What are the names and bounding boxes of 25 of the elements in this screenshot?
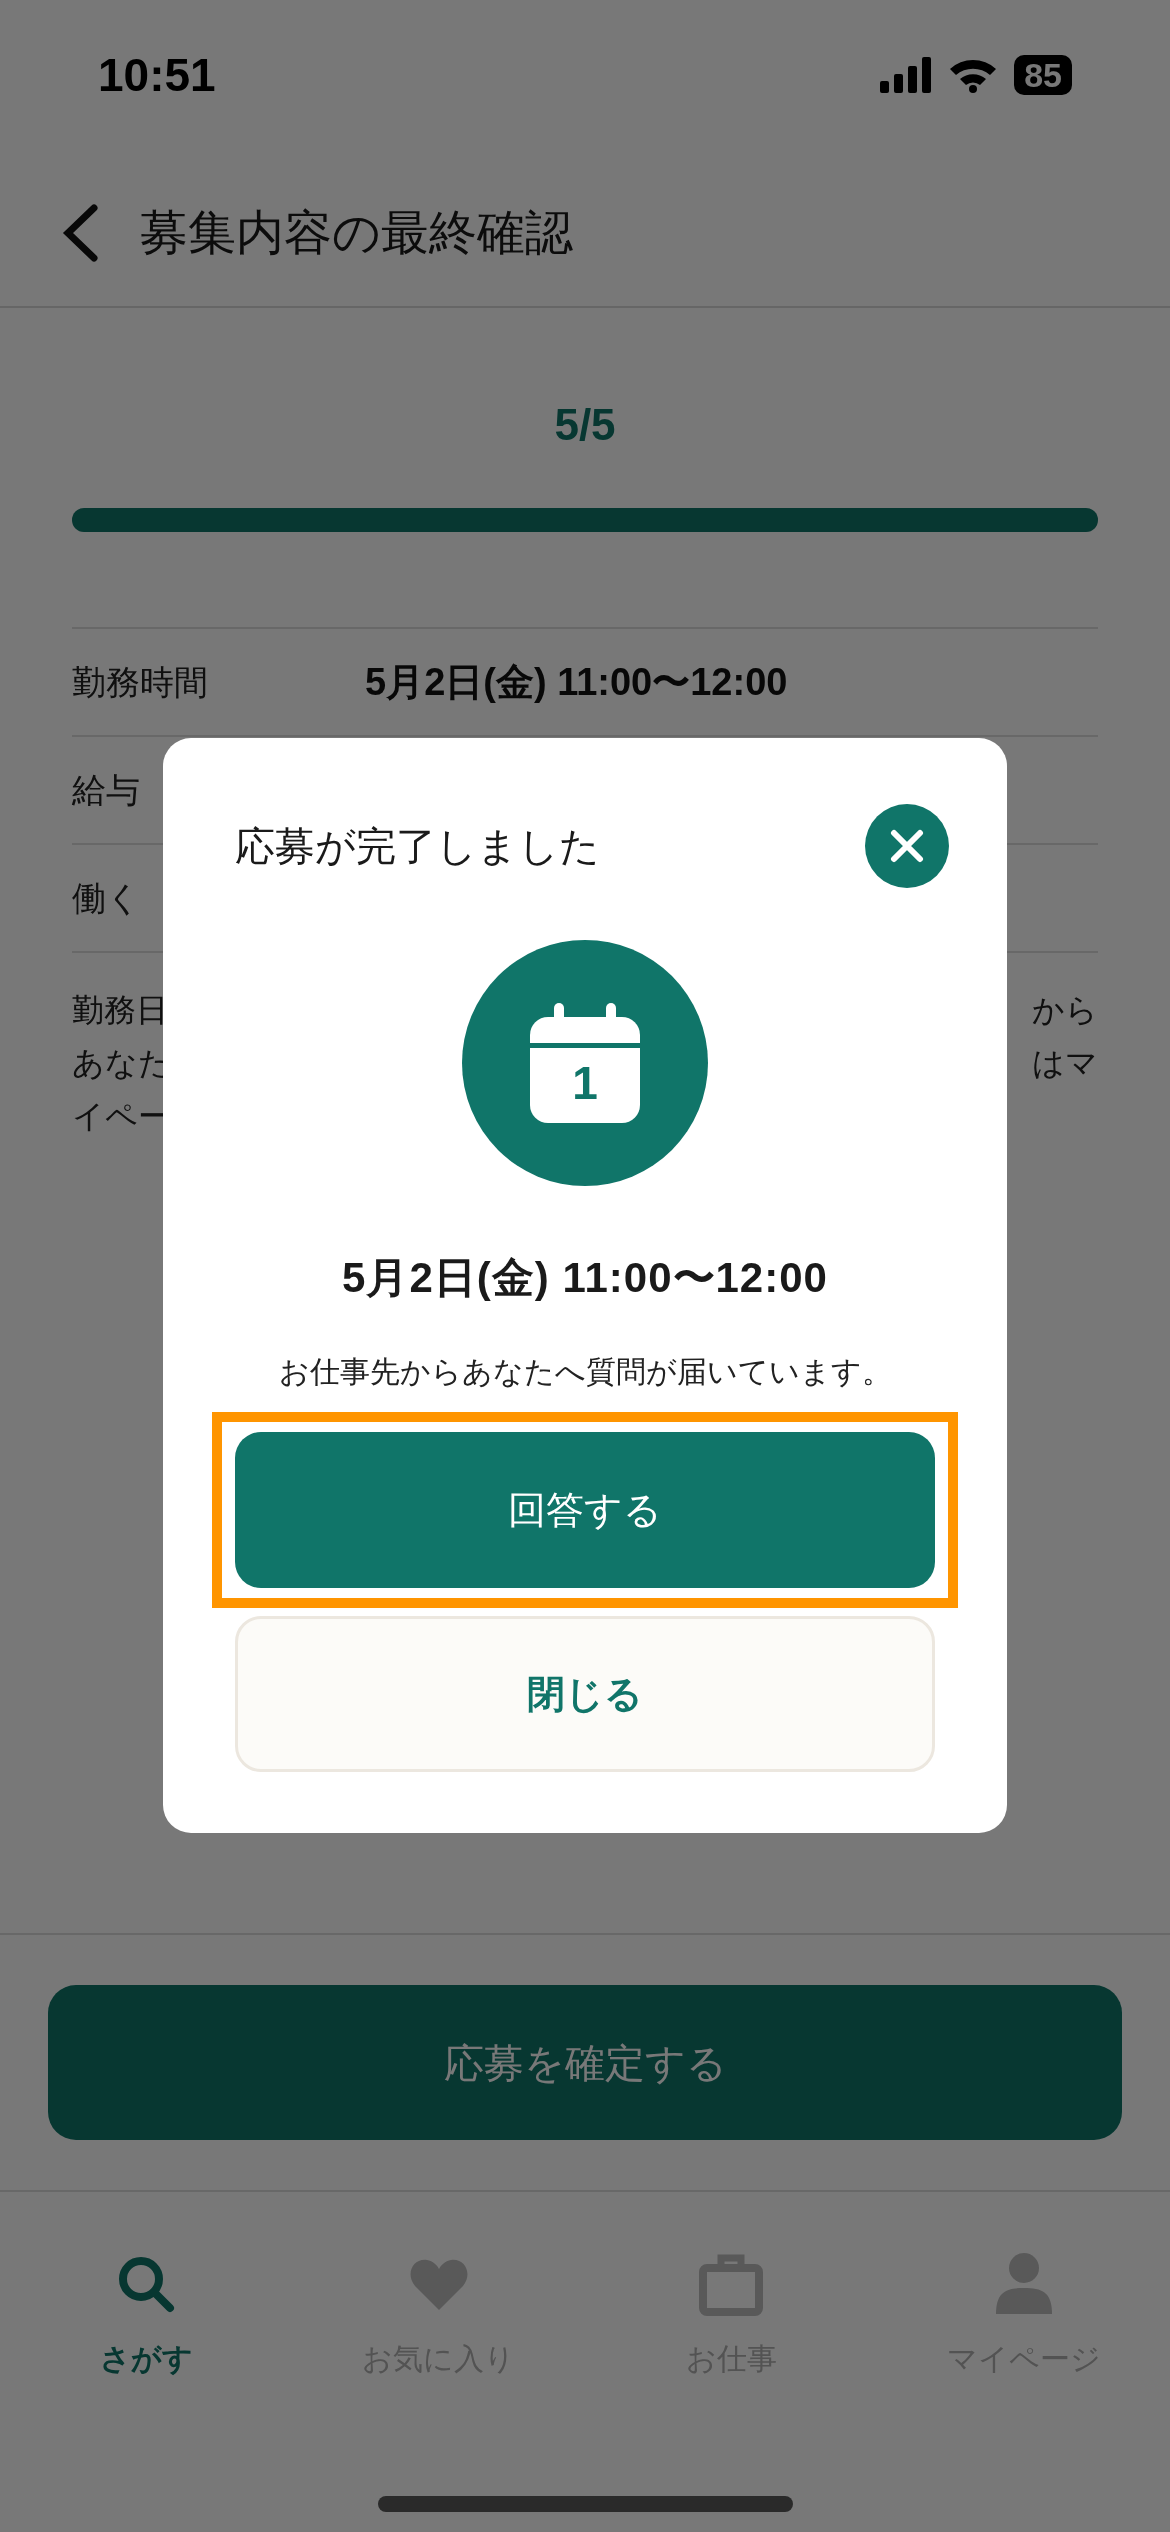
close-dialog-button[interactable]: 閉じる — [235, 1616, 935, 1772]
dialog-message: お仕事先からあなたへ質問が届いています。 — [277, 1354, 893, 1390]
dialog-date: 5月2日(金) 11:00〜12:00 — [341, 1253, 829, 1303]
calendar-icon — [530, 1003, 640, 1123]
confirm-button[interactable]: 応募を確定する — [48, 1985, 1122, 2140]
briefcase-icon — [699, 2252, 764, 2316]
page-title: 募集内容の最終確認 — [140, 205, 573, 261]
detail-label: 勤務時間 — [72, 661, 209, 703]
note-text: から — [1032, 990, 1098, 1030]
battery-indicator: 85 — [1014, 55, 1072, 95]
signal-icon — [880, 57, 933, 93]
detail-label: 働く — [72, 877, 142, 919]
back-icon[interactable] — [60, 204, 100, 262]
wifi-icon — [948, 57, 999, 93]
detail-value: 5月2日(金) 11:00〜12:00 — [365, 659, 788, 705]
status-time: 10:51 — [98, 47, 216, 103]
note-text: 勤務日 — [72, 990, 168, 1030]
close-icon — [890, 829, 924, 863]
step-counter: 5/5 — [553, 399, 617, 451]
answer-button[interactable]: 回答する — [235, 1432, 935, 1588]
nav-tab[interactable]: さがす — [0, 2252, 293, 2381]
detail-label: 給与 — [72, 769, 141, 811]
dialog-title: 応募が完了しました — [235, 823, 600, 870]
calendar-day: 1 — [530, 1053, 640, 1113]
note-text: はマ — [1032, 1043, 1098, 1083]
